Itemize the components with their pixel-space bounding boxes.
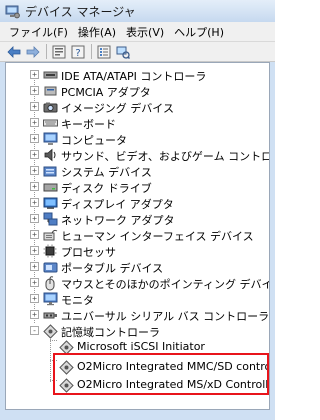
expand-toggle[interactable]: + [30,230,39,239]
menu-bar: ファイル(F) 操作(A) 表示(V) ヘルプ(H) [0,22,275,42]
collapse-toggle[interactable]: - [30,326,39,335]
tree-item-monitor[interactable]: + モニタ [6,291,269,307]
expand-toggle[interactable]: + [30,150,39,159]
menu-file[interactable]: ファイル(F) [4,24,73,40]
tree-item-portable[interactable]: + ポータブル デバイス [6,259,269,275]
expand-toggle[interactable]: + [30,86,39,95]
expand-toggle[interactable]: + [30,198,39,207]
scan-hardware-icon[interactable] [115,44,131,60]
portable-device-icon [42,259,58,275]
highlight-box [53,353,269,395]
tree-item-label: システム デバイス [61,166,152,179]
list-view-icon[interactable] [96,44,112,60]
disk-drive-icon [42,179,58,195]
expand-toggle[interactable]: + [30,214,39,223]
device-manager-icon [5,4,20,19]
tree-item-label: サウンド、ビデオ、およびゲーム コントローラ [61,150,269,163]
device-manager-window: デバイス マネージャ ファイル(F) 操作(A) 表示(V) ヘルプ(H) ? [0,0,275,420]
expand-toggle[interactable]: + [30,118,39,127]
menu-action[interactable]: 操作(A) [73,24,121,40]
tree-item-mouse[interactable]: + マウスとそのほかのポインティング デバイス [6,275,269,291]
display-adapter-icon [42,195,58,211]
tree-item-label: イメージング デバイス [61,102,174,115]
expand-toggle[interactable]: + [30,70,39,79]
expand-toggle[interactable]: + [30,294,39,303]
pcmcia-adapter-icon [42,83,58,99]
tree-item-sound[interactable]: + サウンド、ビデオ、およびゲーム コントローラ [6,147,269,163]
title-bar[interactable]: デバイス マネージャ [0,0,275,22]
expand-toggle[interactable]: + [30,182,39,191]
tree-item-label: キーボード [61,118,116,131]
system-device-icon [42,163,58,179]
tree-item-hid[interactable]: + ヒューマン インターフェイス デバイス [6,227,269,243]
tree-item-label: ディスプレイ アダプタ [61,198,174,211]
tree-item-label: ネットワーク アダプタ [61,214,175,227]
expand-toggle[interactable]: + [30,278,39,287]
tree-item-pcmcia[interactable]: + PCMCIA アダプタ [6,83,269,99]
properties-icon[interactable] [51,44,67,60]
expand-toggle[interactable]: + [30,102,39,111]
tree-item-processor[interactable]: + プロセッサ [6,243,269,259]
tree-item-label: PCMCIA アダプタ [61,86,151,99]
tree-item-network[interactable]: + ネットワーク アダプタ [6,211,269,227]
back-arrow-icon[interactable] [6,44,22,60]
tree-item-label: マウスとそのほかのポインティング デバイス [61,278,270,291]
tree-item-disk[interactable]: + ディスク ドライブ [6,179,269,195]
expand-toggle[interactable]: + [30,262,39,271]
tree-item-label: ヒューマン インターフェイス デバイス [61,230,254,243]
keyboard-icon [42,115,58,131]
tree-item-display[interactable]: + ディスプレイ アダプタ [6,195,269,211]
ide-controller-icon [42,67,58,83]
menu-help[interactable]: ヘルプ(H) [169,24,229,40]
forward-arrow-icon[interactable] [25,44,41,60]
monitor-icon [42,291,58,307]
svg-text:?: ? [75,48,80,59]
mouse-icon [42,275,58,291]
tree-item-label: コンピュータ [61,134,127,147]
expand-toggle[interactable]: + [30,166,39,175]
expand-toggle[interactable]: + [30,310,39,319]
tree-item-label: Microsoft iSCSI Initiator [77,340,205,353]
computer-icon [42,131,58,147]
hid-icon [42,227,58,243]
imaging-device-icon [42,99,58,115]
toolbar-separator [91,44,92,59]
tree-item-label: ディスク ドライブ [61,182,152,195]
toolbar-separator [46,44,47,59]
tree-item-keyboard[interactable]: + キーボード [6,115,269,131]
tree-item-storage[interactable]: - 記憶域コントローラ [6,323,269,339]
help-icon[interactable]: ? [70,44,86,60]
storage-controller-icon [42,323,58,339]
tree-item-label: ポータブル デバイス [61,262,164,275]
tree-item-label: プロセッサ [61,246,116,259]
device-tree[interactable]: + IDE ATA/ATAPI コントローラ + PCMCIA アダプタ + イ… [5,62,270,410]
tree-item-imaging[interactable]: + イメージング デバイス [6,99,269,115]
tree-item-system[interactable]: + システム デバイス [6,163,269,179]
tree-item-computer[interactable]: + コンピュータ [6,131,269,147]
expand-toggle[interactable]: + [30,134,39,143]
tree-item-label: ユニバーサル シリアル バス コントローラ [61,310,270,323]
processor-icon [42,243,58,259]
network-adapter-icon [42,211,58,227]
tree-item-label: モニタ [61,294,94,307]
tree-item-ide[interactable]: + IDE ATA/ATAPI コントローラ [6,67,269,83]
sound-icon [42,147,58,163]
tree-item-label: IDE ATA/ATAPI コントローラ [61,70,207,83]
menu-view[interactable]: 表示(V) [121,24,169,40]
tree-item-label: 記憶域コントローラ [61,326,160,339]
tree-item-usb[interactable]: + ユニバーサル シリアル バス コントローラ [6,307,269,323]
window-title: デバイス マネージャ [25,4,136,19]
expand-toggle[interactable]: + [30,246,39,255]
usb-controller-icon [42,307,58,323]
toolbar: ? [0,42,275,62]
